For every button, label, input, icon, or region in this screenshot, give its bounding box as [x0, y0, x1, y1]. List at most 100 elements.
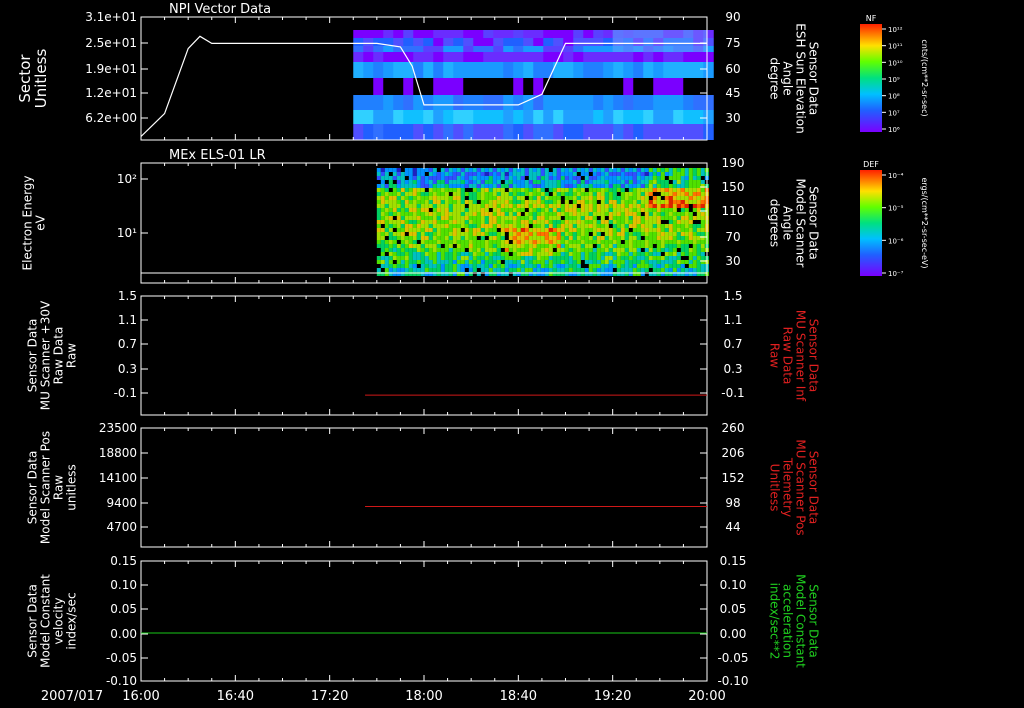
- els-heat-cell: [680, 212, 685, 216]
- els-heat-cell: [432, 208, 437, 212]
- els-heat-cell: [636, 176, 641, 180]
- els-heat-cell: [508, 212, 513, 216]
- npi-heat-cell: [583, 30, 594, 38]
- els-heat-cell: [648, 176, 653, 180]
- els-heat-cell: [456, 192, 461, 196]
- els-heat-cell: [484, 196, 489, 200]
- els-heat-cell: [416, 244, 421, 248]
- npi-heat-cell: [543, 46, 554, 52]
- els-heat-cell: [424, 232, 429, 236]
- els-heat-cell: [440, 168, 445, 172]
- npi-heat-cell: [573, 46, 584, 52]
- els-heat-cell: [560, 240, 565, 244]
- els-heat-cell: [632, 228, 637, 232]
- els-heat-cell: [680, 200, 685, 204]
- els-heat-cell: [456, 224, 461, 228]
- els-heat-cell: [440, 264, 445, 268]
- els-heat-cell: [632, 188, 637, 192]
- els-heat-cell: [500, 256, 505, 260]
- els-heat-cell: [596, 188, 601, 192]
- els-heat-cell: [412, 240, 417, 244]
- npi-heat-cell: [543, 95, 554, 110]
- els-heat-cell: [464, 216, 469, 220]
- npi-heat-cell: [403, 62, 414, 78]
- els-heat-cell: [404, 188, 409, 192]
- els-heat-cell: [416, 172, 421, 176]
- npi-heat-cell: [503, 52, 514, 62]
- els-heat-cell: [516, 192, 521, 196]
- els-heat-cell: [468, 252, 473, 256]
- els-heat-cell: [664, 212, 669, 216]
- els-heat-cell: [412, 220, 417, 224]
- els-heat-cell: [624, 228, 629, 232]
- els-heat-cell: [624, 236, 629, 240]
- els-heat-cell: [380, 256, 385, 260]
- els-heat-cell: [460, 184, 465, 188]
- els-heat-cell: [388, 196, 393, 200]
- els-heat-cell: [696, 224, 701, 228]
- els-heat-cell: [604, 184, 609, 188]
- els-heat-cell: [616, 256, 621, 260]
- els-heat-cell: [560, 184, 565, 188]
- els-heat-cell: [400, 244, 405, 248]
- npi-heat-cell: [643, 95, 654, 110]
- els-heat-cell: [572, 208, 577, 212]
- els-heat-cell: [556, 252, 561, 256]
- els-heat-cell: [692, 244, 697, 248]
- els-heat-cell: [516, 244, 521, 248]
- els-heat-cell: [488, 220, 493, 224]
- els-heat-cell: [464, 228, 469, 232]
- els-heat-cell: [600, 176, 605, 180]
- els-heat-cell: [536, 232, 541, 236]
- els-heat-cell: [460, 196, 465, 200]
- els-heat-cell: [568, 176, 573, 180]
- els-heat-cell: [640, 204, 645, 208]
- els-heat-cell: [572, 244, 577, 248]
- els-heat-cell: [528, 260, 533, 264]
- els-heat-cell: [596, 176, 601, 180]
- els-heat-cell: [460, 212, 465, 216]
- els-heat-cell: [532, 172, 537, 176]
- els-heat-cell: [516, 184, 521, 188]
- colorbar-tick-label: 10⁸: [888, 93, 900, 101]
- els-heat-cell: [444, 264, 449, 268]
- els-heat-cell: [544, 236, 549, 240]
- els-heat-cell: [552, 228, 557, 232]
- npi-heat-cell: [363, 110, 374, 124]
- els-heat-cell: [564, 212, 569, 216]
- els-heat-cell: [408, 260, 413, 264]
- els-heat-cell: [656, 212, 661, 216]
- els-heat-cell: [408, 196, 413, 200]
- els-heat-cell: [408, 244, 413, 248]
- els-heat-cell: [404, 200, 409, 204]
- els-heat-cell: [672, 256, 677, 260]
- els-heat-cell: [608, 208, 613, 212]
- els-heat-cell: [532, 192, 537, 196]
- npi-heat-cell: [353, 38, 364, 46]
- els-heat-cell: [644, 216, 649, 220]
- els-heat-cell: [644, 268, 649, 272]
- npi-heat-cell: [383, 78, 394, 95]
- els-heat-cell: [688, 228, 693, 232]
- npi-heat-cell: [633, 95, 644, 110]
- els-heat-cell: [480, 260, 485, 264]
- els-heat-cell: [492, 176, 497, 180]
- y-axis-label-right: Angle: [781, 206, 795, 240]
- els-heat-cell: [404, 212, 409, 216]
- npi-heat-cell: [403, 95, 414, 110]
- els-heat-cell: [408, 184, 413, 188]
- els-heat-cell: [532, 184, 537, 188]
- els-heat-cell: [480, 220, 485, 224]
- y-tick-label-right: 150: [722, 180, 745, 194]
- els-heat-cell: [700, 220, 705, 224]
- els-heat-cell: [696, 216, 701, 220]
- els-heat-cell: [620, 244, 625, 248]
- npi-heat-cell: [703, 62, 714, 78]
- y-axis-label-right: ESH Sun Elevation: [794, 23, 808, 133]
- els-heat-cell: [584, 252, 589, 256]
- npi-heat-cell: [693, 52, 704, 62]
- colorbar-tag: DEF: [863, 160, 879, 169]
- els-heat-cell: [520, 256, 525, 260]
- els-heat-cell: [392, 248, 397, 252]
- npi-heat-cell: [453, 124, 464, 140]
